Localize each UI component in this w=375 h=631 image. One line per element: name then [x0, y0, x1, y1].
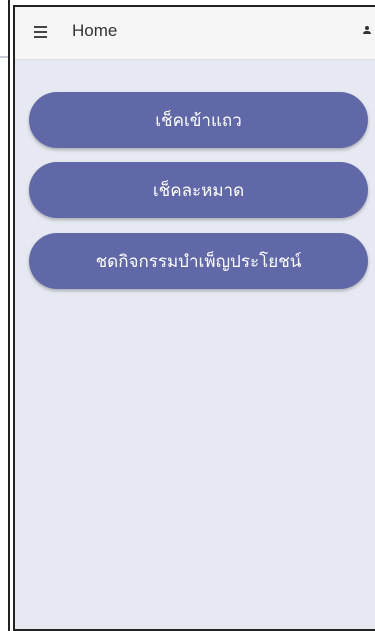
- user-icon[interactable]: [362, 24, 372, 38]
- hamburger-menu-icon[interactable]: [33, 23, 49, 39]
- check-assembly-button[interactable]: เช็คเข้าแถว: [29, 92, 368, 148]
- user-icon-body: [363, 31, 371, 34]
- left-rail-divider: [0, 56, 8, 58]
- community-service-button[interactable]: ชดกิจกรรมบำเพ็ญประโยชน์: [29, 233, 368, 289]
- user-icon-head: [365, 26, 369, 30]
- menu-line: [34, 36, 47, 38]
- screenshot-frame: Home เช็คเข้าแถว เช็คละหมาด ชดกิจกรรมบำเ…: [0, 0, 375, 631]
- app-bar: Home: [15, 7, 375, 60]
- menu-line: [34, 31, 47, 33]
- page-title: Home: [72, 21, 118, 40]
- left-rail: [0, 0, 10, 631]
- phone-screen: Home เช็คเข้าแถว เช็คละหมาด ชดกิจกรรมบำเ…: [13, 5, 375, 631]
- check-prayer-button[interactable]: เช็คละหมาด: [29, 162, 368, 218]
- menu-line: [34, 26, 47, 28]
